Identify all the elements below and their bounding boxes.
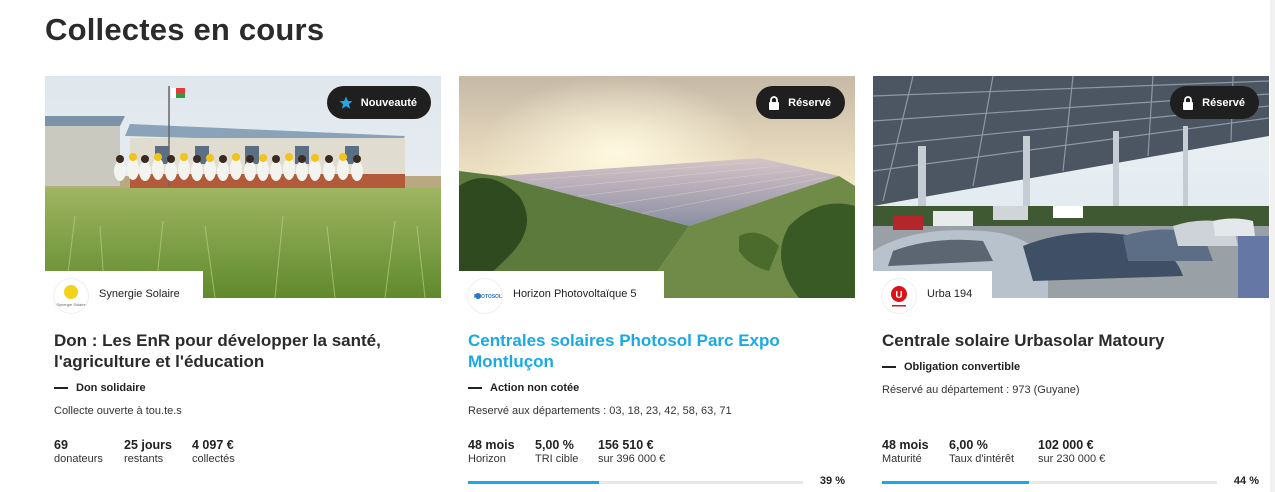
stat-label: Maturité xyxy=(882,453,922,465)
stat-value: 156 510 € xyxy=(598,438,654,452)
project-type: Don solidaire xyxy=(54,382,146,394)
project-title[interactable]: Don : Les EnR pour développer la santé, … xyxy=(54,330,434,372)
badge-label: Réservé xyxy=(1202,96,1245,109)
stat-item: 69 donateurs xyxy=(54,438,103,466)
stat-value: 69 xyxy=(54,438,68,452)
progress-percent: 44 % xyxy=(1233,475,1259,487)
stat-value: 48 mois xyxy=(468,438,515,452)
issuer-logo-text: Synergie Solaire xyxy=(56,302,86,307)
project-card[interactable]: Réservé PHOTOSOL Horizon Photovoltaïque … xyxy=(459,76,855,492)
stat-value: 102 000 € xyxy=(1038,438,1094,452)
progress-percent: 39 % xyxy=(819,475,845,487)
eligibility-note: Reservé aux départements : 03, 18, 23, 4… xyxy=(468,405,732,417)
issuer-logo: PHOTOSOL xyxy=(468,279,502,313)
issuer-name[interactable]: Horizon Photovoltaïque 5 xyxy=(513,288,637,300)
stat-item: 25 jours restants xyxy=(124,438,172,466)
stat-value: 4 097 € xyxy=(192,438,234,452)
badge-label: Réservé xyxy=(788,96,831,109)
project-type: Obligation convertible xyxy=(882,361,1020,373)
project-type: Action non cotée xyxy=(468,382,579,394)
issuer[interactable]: PHOTOSOL Horizon Photovoltaïque 5 xyxy=(459,271,664,317)
badge-label: Nouveauté xyxy=(360,96,417,109)
issuer-logo-text: PHOTOSOL xyxy=(474,294,502,300)
progress-bar xyxy=(882,481,1217,484)
stat-item: 48 mois Maturité xyxy=(882,438,929,466)
issuer-logo-text: U xyxy=(895,290,902,301)
project-type-label: Action non cotée xyxy=(490,382,580,394)
status-badge: Réservé xyxy=(756,86,845,119)
issuer[interactable]: Synergie Solaire Synergie Solaire xyxy=(45,271,203,317)
stat-value: 48 mois xyxy=(882,438,929,452)
scrollbar-track[interactable] xyxy=(1270,0,1275,492)
stat-item: 48 mois Horizon xyxy=(468,438,515,466)
issuer-name[interactable]: Synergie Solaire xyxy=(99,288,180,300)
dash-icon xyxy=(882,366,896,368)
stat-label: sur 230 000 € xyxy=(1038,453,1106,465)
status-badge: Réservé xyxy=(1170,86,1259,119)
star-icon xyxy=(339,96,353,110)
stat-item: 5,00 % TRI cible xyxy=(535,438,578,466)
project-card[interactable]: Réservé U Urba 194 Centrale solaire Urba… xyxy=(873,76,1269,492)
progress-fill xyxy=(882,481,1030,484)
stat-label: Taux d'intérêt xyxy=(949,453,1015,465)
stat-item: 156 510 € sur 396 000 € xyxy=(598,438,665,466)
stat-item: 6,00 % Taux d'intérêt xyxy=(949,438,1014,466)
project-type-label: Don solidaire xyxy=(76,382,146,394)
stat-label: TRI cible xyxy=(535,453,579,465)
stat-item: 102 000 € sur 230 000 € xyxy=(1038,438,1105,466)
eligibility-note: Collecte ouverte à tou.te.s xyxy=(54,405,182,417)
project-title[interactable]: Centrale solaire Urbasolar Matoury xyxy=(882,330,1262,351)
eligibility-note: Réservé au département : 973 (Guyane) xyxy=(882,384,1080,396)
issuer-logo: Synergie Solaire xyxy=(54,279,88,313)
stat-label: donateurs xyxy=(54,453,103,465)
issuer[interactable]: U Urba 194 xyxy=(873,271,992,317)
lock-icon xyxy=(1182,95,1194,110)
project-type-label: Obligation convertible xyxy=(904,361,1021,373)
stat-label: restants xyxy=(124,453,164,465)
issuer-name[interactable]: Urba 194 xyxy=(927,288,972,300)
stat-value: 5,00 % xyxy=(535,438,574,452)
dash-icon xyxy=(54,387,68,389)
stat-value: 6,00 % xyxy=(949,438,988,452)
stat-item: 4 097 € collectés xyxy=(192,438,235,466)
stat-label: sur 396 000 € xyxy=(598,453,666,465)
dash-icon xyxy=(468,387,482,389)
stat-value: 25 jours xyxy=(124,438,172,452)
stat-label: collectés xyxy=(192,453,235,465)
issuer-logo: U xyxy=(882,279,916,313)
status-badge: Nouveauté xyxy=(326,86,431,119)
lock-icon xyxy=(768,95,780,110)
progress-bar xyxy=(468,481,803,484)
progress-fill xyxy=(468,481,599,484)
stat-label: Horizon xyxy=(468,453,506,465)
project-card[interactable]: Nouveauté Synergie Solaire Synergie Sola… xyxy=(45,76,441,492)
project-title[interactable]: Centrales solaires Photosol Parc Expo Mo… xyxy=(468,330,848,372)
page-title: Collectes en cours xyxy=(45,12,325,47)
